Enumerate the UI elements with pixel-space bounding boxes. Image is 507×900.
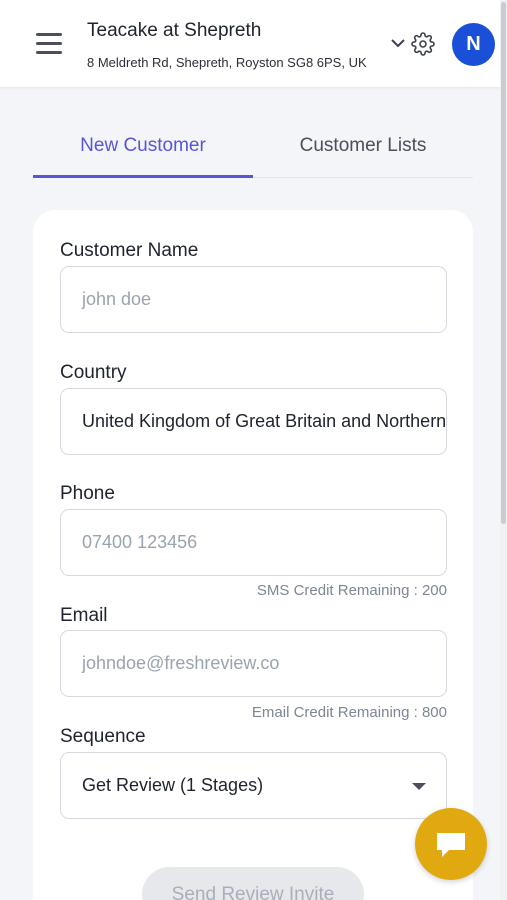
scrollbar[interactable] xyxy=(500,0,507,900)
chat-icon xyxy=(437,833,465,857)
email-label: Email xyxy=(60,605,108,626)
menu-icon[interactable] xyxy=(36,33,62,55)
customer-name-input[interactable]: john doe xyxy=(60,266,447,333)
business-address: 8 Meldreth Rd, Shepreth, Royston SG8 6PS… xyxy=(87,55,367,70)
phone-label: Phone xyxy=(60,483,115,504)
new-customer-form: Customer Name john doe Country United Ki… xyxy=(33,210,473,900)
tab-bar: New Customer Customer Lists xyxy=(33,120,473,178)
chevron-down-icon[interactable] xyxy=(390,36,406,54)
send-review-invite-button[interactable]: Send Review Invite xyxy=(142,867,364,900)
tab-new-customer[interactable]: New Customer xyxy=(33,120,253,178)
customer-name-label: Customer Name xyxy=(60,240,199,261)
country-select[interactable]: United Kingdom of Great Britain and Nort… xyxy=(60,388,447,455)
email-credit-text: Email Credit Remaining : 800 xyxy=(251,704,447,721)
sequence-select[interactable]: Get Review (1 Stages) xyxy=(60,752,447,819)
sms-credit-text: SMS Credit Remaining : 200 xyxy=(256,582,447,599)
gear-icon[interactable] xyxy=(411,32,435,61)
scrollbar-thumb[interactable] xyxy=(501,2,506,524)
sequence-selected-value: Get Review (1 Stages) xyxy=(82,775,264,795)
caret-down-icon xyxy=(412,783,426,790)
sequence-label: Sequence xyxy=(60,726,146,747)
email-input[interactable]: johndoe@freshreview.co xyxy=(60,630,447,697)
avatar[interactable]: N xyxy=(452,23,495,66)
business-name: Teacake at Shepreth xyxy=(87,20,262,41)
country-label: Country xyxy=(60,362,127,383)
app-header: Teacake at Shepreth 8 Meldreth Rd, Shepr… xyxy=(0,0,500,87)
chat-button[interactable] xyxy=(415,808,487,880)
tab-customer-lists[interactable]: Customer Lists xyxy=(253,120,473,178)
phone-input[interactable]: 07400 123456 xyxy=(60,509,447,576)
